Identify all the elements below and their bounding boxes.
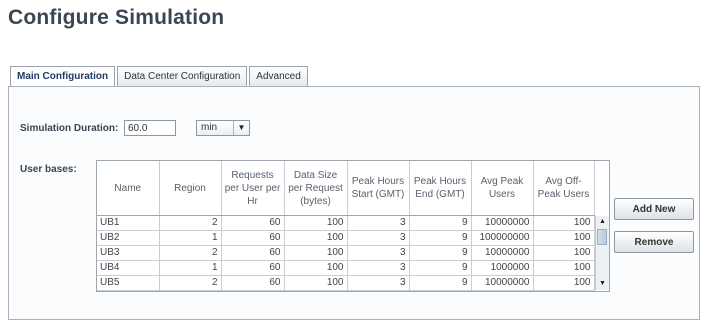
column-header-avg-peak-users[interactable]: Avg Peak Users	[471, 161, 534, 216]
cell-avg-peak[interactable]: 100000000	[471, 230, 534, 246]
cell-name[interactable]: UB2	[97, 230, 160, 246]
cell-data-size[interactable]: 100	[284, 245, 348, 261]
cell-avg-offpeak[interactable]: 100	[533, 215, 595, 231]
page-title: Configure Simulation	[8, 6, 225, 29]
cell-requests[interactable]: 60	[221, 215, 285, 231]
cell-avg-peak[interactable]: 10000000	[471, 245, 534, 261]
arrow-up-icon[interactable]: ▲	[596, 216, 609, 228]
cell-data-size[interactable]: 100	[284, 275, 348, 291]
cell-name[interactable]: UB3	[97, 245, 160, 261]
cell-requests[interactable]: 60	[221, 245, 285, 261]
remove-button[interactable]: Remove	[614, 231, 694, 253]
cell-avg-peak[interactable]: 10000000	[471, 275, 534, 291]
cell-avg-offpeak[interactable]: 100	[533, 245, 595, 261]
cell-peak-start[interactable]: 3	[347, 230, 410, 246]
cell-peak-end[interactable]: 9	[409, 275, 472, 291]
cell-data-size[interactable]: 100	[284, 215, 348, 231]
duration-unit-value: min	[201, 122, 218, 133]
column-header-avg-offpeak-users[interactable]: Avg Off-Peak Users	[533, 161, 595, 216]
column-header-data-size[interactable]: Data Size per Request (bytes)	[284, 161, 348, 216]
table-row[interactable]: UB5 2 60 100 3 9 10000000 100	[97, 275, 595, 291]
cell-region[interactable]: 1	[159, 230, 222, 246]
cell-avg-peak[interactable]: 1000000	[471, 260, 534, 276]
chevron-down-icon: ▼	[233, 121, 249, 135]
cell-avg-offpeak[interactable]: 100	[533, 275, 595, 291]
duration-unit-select[interactable]: min ▼	[196, 120, 250, 136]
cell-peak-end[interactable]: 9	[409, 245, 472, 261]
cell-region[interactable]: 2	[159, 245, 222, 261]
column-header-requests-per-user[interactable]: Requests per User per Hr	[221, 161, 285, 216]
table-header-row: Name Region Requests per User per Hr Dat…	[97, 161, 595, 216]
user-bases-table: Name Region Requests per User per Hr Dat…	[96, 160, 610, 292]
column-header-region[interactable]: Region	[159, 161, 222, 216]
cell-avg-offpeak[interactable]: 100	[533, 260, 595, 276]
cell-requests[interactable]: 60	[221, 230, 285, 246]
arrow-down-icon[interactable]: ▼	[596, 278, 609, 290]
table-row[interactable]: UB4 1 60 100 3 9 1000000 100	[97, 260, 595, 276]
cell-name[interactable]: UB1	[97, 215, 160, 231]
user-bases-label: User bases:	[20, 164, 77, 175]
column-header-peak-start[interactable]: Peak Hours Start (GMT)	[347, 161, 410, 216]
cell-peak-start[interactable]: 3	[347, 215, 410, 231]
tab-data-center-configuration[interactable]: Data Center Configuration	[117, 66, 248, 86]
add-new-button[interactable]: Add New	[614, 198, 694, 220]
cell-requests[interactable]: 60	[221, 275, 285, 291]
simulation-duration-input[interactable]: 60.0	[124, 120, 176, 136]
cell-peak-start[interactable]: 3	[347, 275, 410, 291]
table-row[interactable]: UB1 2 60 100 3 9 10000000 100	[97, 215, 595, 231]
cell-avg-peak[interactable]: 10000000	[471, 215, 534, 231]
cell-data-size[interactable]: 100	[284, 260, 348, 276]
cell-peak-end[interactable]: 9	[409, 215, 472, 231]
cell-peak-start[interactable]: 3	[347, 245, 410, 261]
cell-name[interactable]: UB4	[97, 260, 160, 276]
scrollbar-thumb[interactable]	[597, 229, 607, 245]
column-header-name[interactable]: Name	[97, 161, 160, 216]
column-header-peak-end[interactable]: Peak Hours End (GMT)	[409, 161, 472, 216]
cell-peak-end[interactable]: 9	[409, 230, 472, 246]
cell-region[interactable]: 2	[159, 215, 222, 231]
cell-region[interactable]: 2	[159, 275, 222, 291]
cell-name[interactable]: UB5	[97, 275, 160, 291]
simulation-duration-label: Simulation Duration:	[20, 123, 119, 134]
cell-data-size[interactable]: 100	[284, 230, 348, 246]
table-row[interactable]: UB3 2 60 100 3 9 10000000 100	[97, 245, 595, 261]
table-row[interactable]: UB2 1 60 100 3 9 100000000 100	[97, 230, 595, 246]
tab-bar: Main Configuration Data Center Configura…	[10, 66, 310, 87]
tab-main-configuration[interactable]: Main Configuration	[10, 66, 116, 87]
cell-region[interactable]: 1	[159, 260, 222, 276]
cell-requests[interactable]: 60	[221, 260, 285, 276]
cell-peak-end[interactable]: 9	[409, 260, 472, 276]
table-vertical-scrollbar[interactable]: ▲ ▼	[595, 216, 609, 290]
cell-avg-offpeak[interactable]: 100	[533, 230, 595, 246]
cell-peak-start[interactable]: 3	[347, 260, 410, 276]
tab-advanced[interactable]: Advanced	[249, 66, 308, 86]
